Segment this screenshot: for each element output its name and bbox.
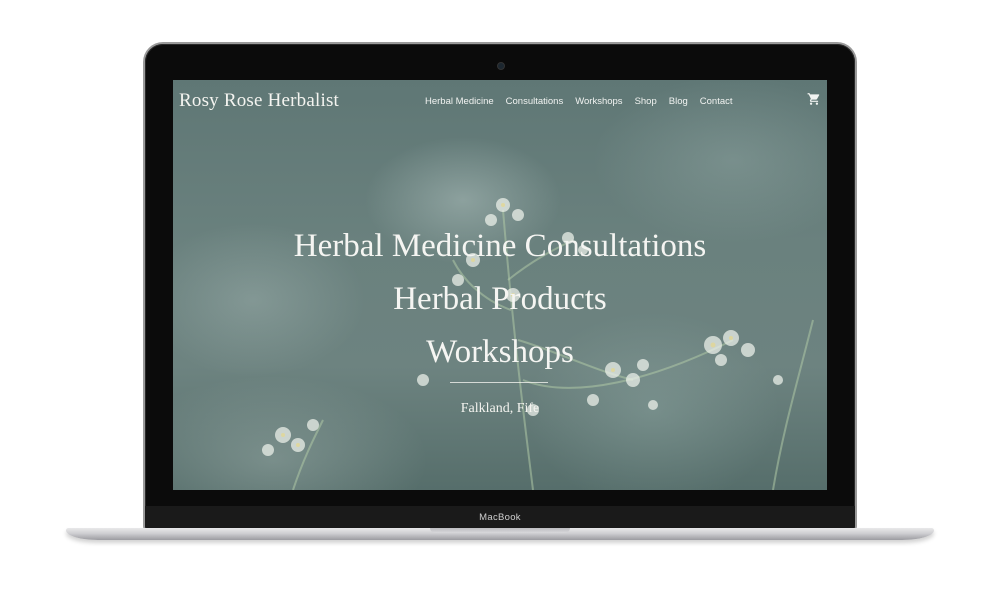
nav-item-herbal-medicine[interactable]: Herbal Medicine (425, 96, 494, 107)
camera-icon (497, 62, 505, 70)
device-label: MacBook (479, 512, 521, 523)
browser-screen: Rosy Rose Herbalist Herbal Medicine Cons… (173, 80, 827, 490)
hero-line: Workshops (426, 334, 574, 370)
hero-heading: Herbal Medicine Consultations Herbal Pro… (173, 220, 827, 379)
laptop-notch (430, 528, 570, 533)
nav-item-contact[interactable]: Contact (700, 96, 733, 107)
nav-item-blog[interactable]: Blog (669, 96, 688, 107)
site-logo[interactable]: Rosy Rose Herbalist (179, 90, 339, 112)
hero-line: Herbal Medicine Consultations (293, 228, 707, 264)
hero-divider (450, 382, 548, 383)
hero-location: Falkland, Fife (460, 401, 540, 416)
nav-item-workshops[interactable]: Workshops (575, 96, 622, 107)
nav-item-shop[interactable]: Shop (635, 96, 657, 107)
shopping-cart-icon[interactable] (807, 92, 821, 106)
nav-item-consultations[interactable]: Consultations (506, 96, 564, 107)
main-nav: Herbal Medicine Consultations Workshops … (425, 96, 733, 107)
hero-line: Herbal Products (393, 281, 607, 317)
